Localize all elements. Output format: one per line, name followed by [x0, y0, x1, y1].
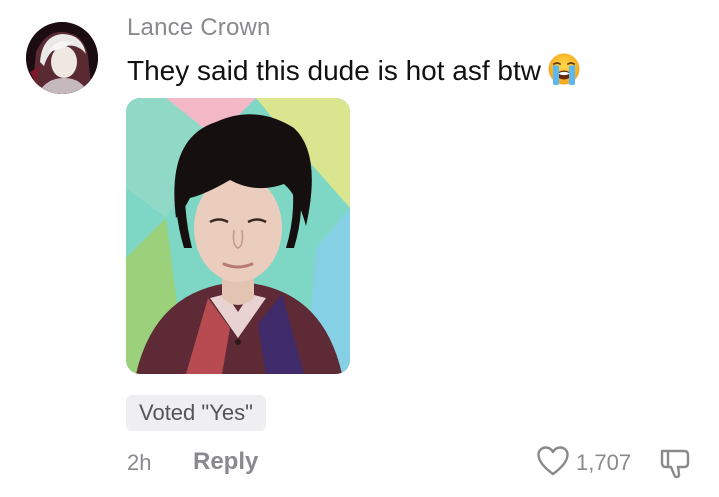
avatar[interactable]: [26, 22, 98, 94]
like-count: 1,707: [576, 450, 632, 475]
like-button[interactable]: 1,707: [536, 445, 632, 482]
loudly-crying-face-icon: [547, 52, 581, 93]
reply-button[interactable]: Reply: [193, 448, 258, 476]
comment-item: Lance Crown They said this dude is hot a…: [0, 0, 719, 497]
timestamp: 2h: [127, 450, 152, 475]
username[interactable]: Lance Crown: [127, 14, 271, 42]
thumbs-down-outline-icon: [658, 449, 692, 484]
comment-text: They said this dude is hot asf btw: [127, 52, 581, 93]
comment-photo[interactable]: [126, 98, 350, 374]
dislike-button[interactable]: [658, 446, 692, 480]
heart-outline-icon: [536, 445, 570, 482]
comment-body: They said this dude is hot asf btw: [127, 55, 541, 86]
vote-badge: Voted "Yes": [126, 395, 266, 431]
